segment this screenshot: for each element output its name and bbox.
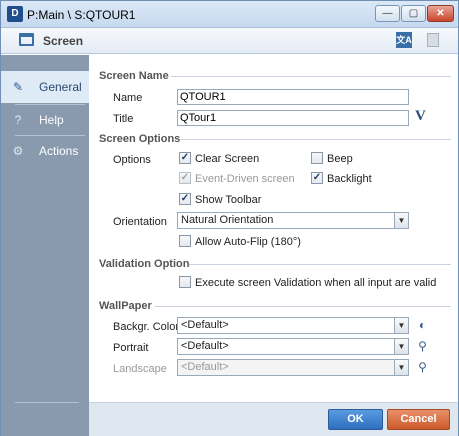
event-driven-checkbox[interactable]: ✓	[179, 172, 191, 184]
show-toolbar-label: Show Toolbar	[195, 194, 262, 206]
sidebar-item-label: General	[39, 80, 82, 94]
section-divider	[155, 306, 451, 307]
sidebar: ✎ General ? Help ⚙ Actions	[1, 55, 89, 436]
color-picker-icon[interactable]: ◐	[415, 318, 430, 333]
search-icon[interactable]: ⚲	[415, 339, 430, 354]
orientation-select[interactable]: Natural Orientation ▼	[177, 212, 409, 229]
beep-checkbox[interactable]	[311, 152, 323, 164]
title-label: Title	[113, 113, 134, 125]
section-screen-name: Screen Name	[99, 70, 169, 82]
auto-flip-label: Allow Auto-Flip (180°)	[195, 236, 301, 248]
maximize-button[interactable]: ▢	[401, 5, 426, 22]
backlight-checkbox[interactable]: ✓	[311, 172, 323, 184]
execute-validation-checkbox[interactable]	[179, 276, 191, 288]
title-input[interactable]	[177, 110, 409, 126]
backgr-color-label: Backgr. Color	[113, 321, 180, 333]
search-icon[interactable]: ⚲	[415, 360, 430, 375]
landscape-value: <Default>	[181, 361, 229, 373]
section-validation-option: Validation Option	[99, 258, 190, 270]
name-label: Name	[113, 92, 143, 104]
screen-icon	[19, 33, 34, 46]
close-button[interactable]: ✕	[427, 5, 454, 22]
title-translate-icon[interactable]: V	[415, 108, 426, 125]
options-label: Options	[113, 154, 151, 166]
chevron-down-icon[interactable]: ▼	[394, 360, 408, 375]
page-title: Screen	[43, 34, 84, 48]
portrait-value: <Default>	[181, 340, 229, 352]
note-icon[interactable]	[427, 33, 439, 47]
cancel-button[interactable]: Cancel	[387, 409, 450, 430]
portrait-label: Portrait	[113, 342, 149, 354]
sidebar-divider	[15, 402, 79, 403]
section-wallpaper: WallPaper	[99, 300, 152, 312]
backgr-color-select[interactable]: <Default> ▼	[177, 317, 409, 334]
dialog-footer: OK Cancel	[89, 402, 458, 436]
actions-icon: ⚙	[12, 144, 24, 158]
beep-label: Beep	[327, 153, 353, 165]
auto-flip-checkbox[interactable]	[179, 235, 191, 247]
sidebar-item-label: Actions	[39, 144, 79, 158]
execute-validation-label: Execute screen Validation when all input…	[195, 277, 437, 289]
sidebar-item-label: Help	[39, 113, 64, 127]
sidebar-item-actions[interactable]: ⚙ Actions	[1, 135, 89, 167]
pencil-icon: ✎	[12, 80, 24, 94]
clear-screen-checkbox[interactable]: ✓	[179, 152, 191, 164]
event-driven-label: Event-Driven screen	[195, 173, 295, 185]
chevron-down-icon[interactable]: ▼	[394, 318, 408, 333]
minimize-button[interactable]: —	[375, 5, 400, 22]
portrait-select[interactable]: <Default> ▼	[177, 338, 409, 355]
window-title: P:Main \ S:QTOUR1	[27, 8, 136, 22]
sidebar-item-help[interactable]: ? Help	[1, 104, 89, 136]
sidebar-item-general[interactable]: ✎ General	[1, 71, 89, 103]
section-divider	[181, 139, 451, 140]
orientation-label: Orientation	[113, 216, 167, 228]
screen-dialog-window: D P:Main \ S:QTOUR1 — ▢ ✕ Screen 文A ✎ Ge…	[0, 0, 459, 436]
landscape-select[interactable]: <Default> ▼	[177, 359, 409, 376]
chevron-down-icon[interactable]: ▼	[394, 213, 408, 228]
clear-screen-label: Clear Screen	[195, 153, 260, 165]
landscape-label: Landscape	[113, 363, 167, 375]
backgr-color-value: <Default>	[181, 319, 229, 331]
backlight-label: Backlight	[327, 173, 372, 185]
chevron-down-icon[interactable]: ▼	[394, 339, 408, 354]
section-divider	[189, 264, 451, 265]
help-icon: ?	[14, 113, 22, 127]
general-panel: Screen Name Name Title Screen Options Op…	[89, 55, 458, 402]
ok-button[interactable]: OK	[328, 409, 383, 430]
section-screen-options: Screen Options	[99, 133, 181, 145]
show-toolbar-checkbox[interactable]: ✓	[179, 193, 191, 205]
app-logo-icon: D	[7, 6, 23, 22]
section-divider	[171, 76, 451, 77]
orientation-value: Natural Orientation	[181, 214, 274, 226]
title-bar: D P:Main \ S:QTOUR1 — ▢ ✕	[1, 1, 458, 28]
name-input[interactable]	[177, 89, 409, 105]
translate-icon[interactable]: 文A	[396, 32, 412, 48]
dialog-header: Screen 文A	[1, 28, 458, 54]
